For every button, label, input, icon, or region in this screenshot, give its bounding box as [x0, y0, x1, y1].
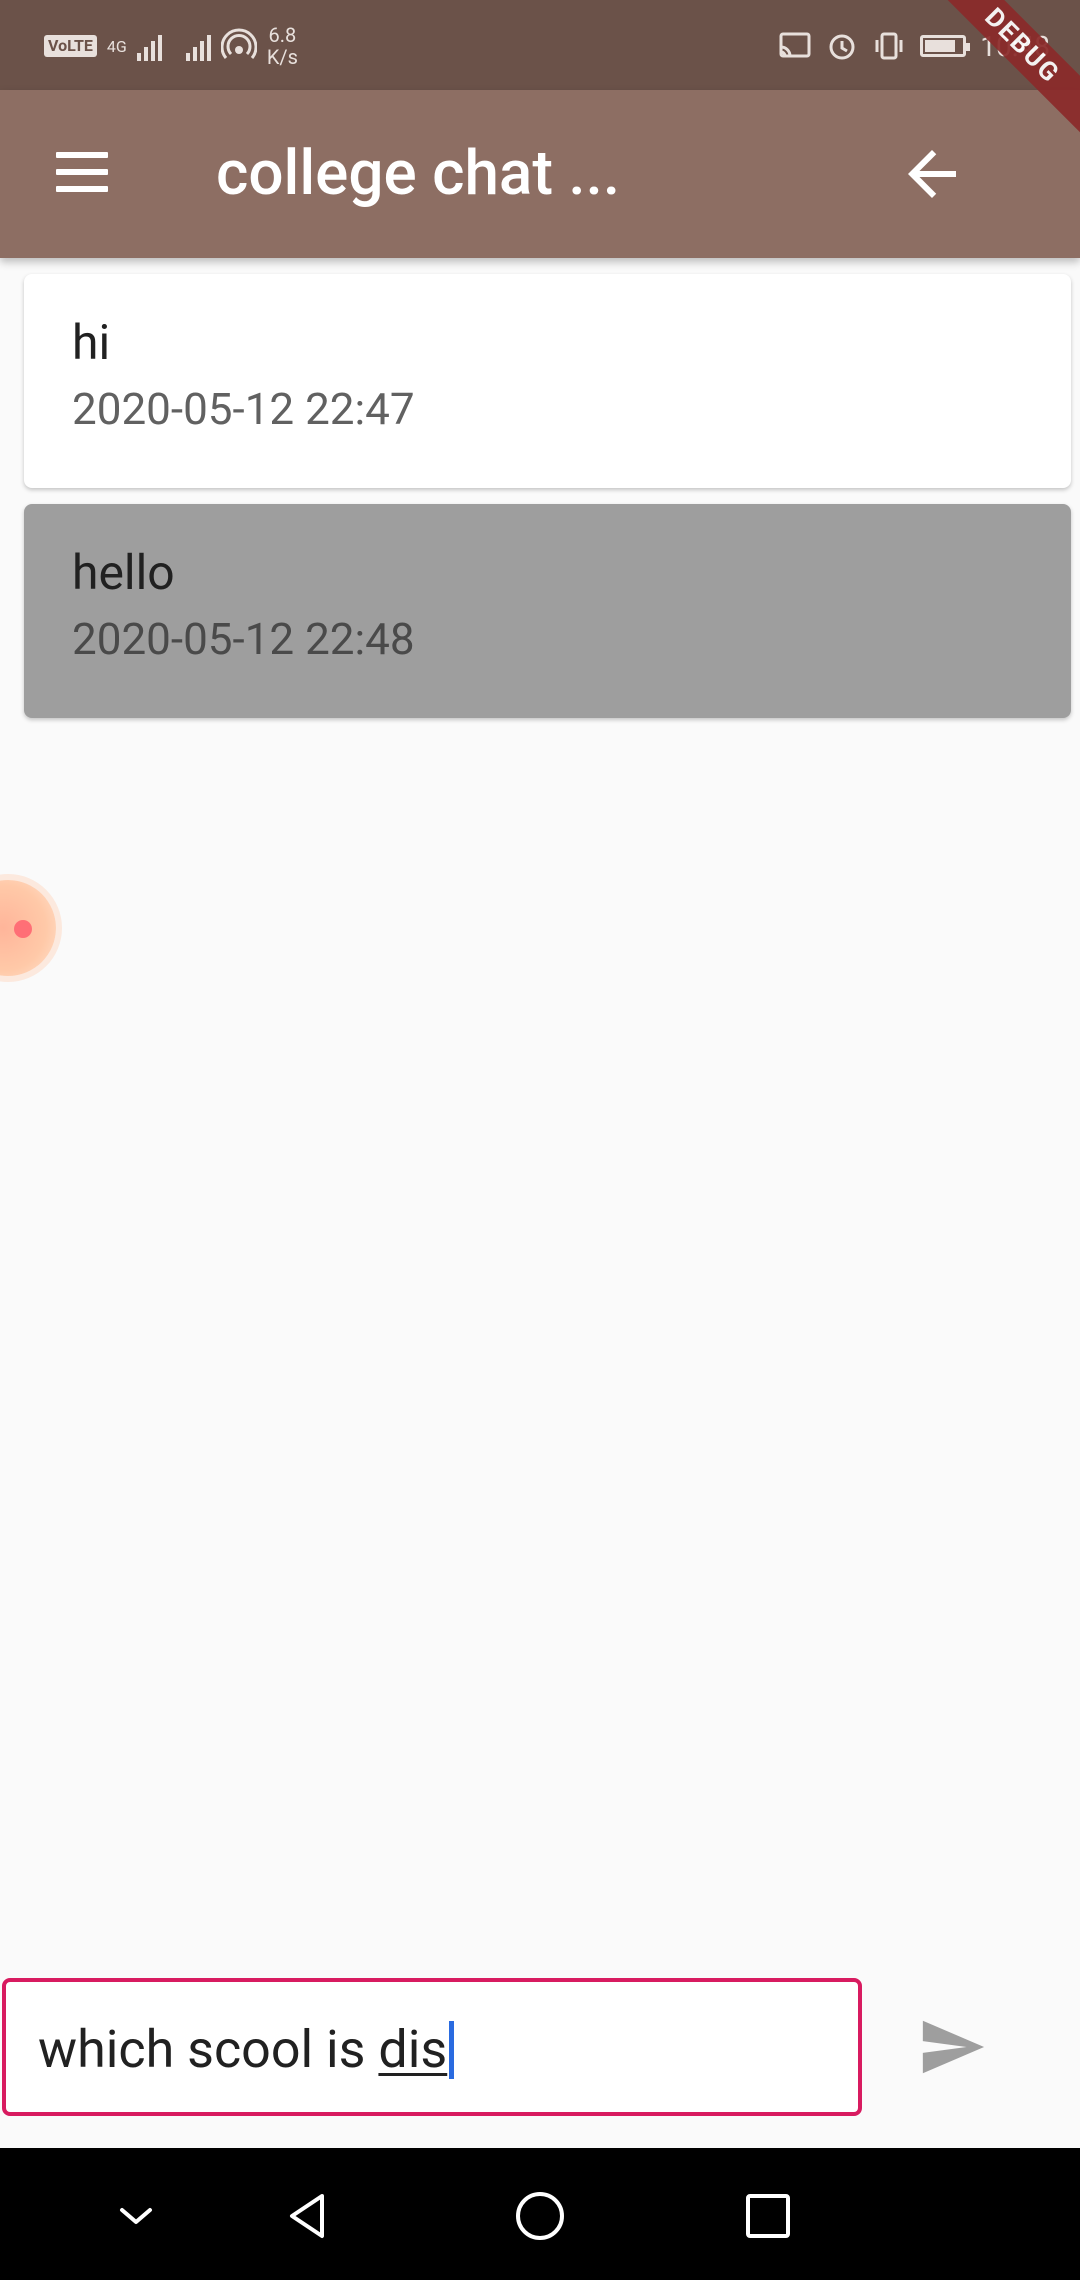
message-text: hello: [72, 544, 175, 601]
app-bar: college chat ...: [0, 90, 1080, 258]
message-card-selected[interactable]: hello 2020-05-12 22:48: [24, 504, 1071, 718]
battery-icon: [920, 35, 971, 57]
menu-icon[interactable]: [54, 144, 114, 204]
nav-home-icon[interactable]: [510, 2186, 570, 2246]
hotspot-icon: [220, 28, 257, 59]
vibrate-icon: [875, 32, 903, 60]
nav-back-icon[interactable]: [278, 2186, 338, 2246]
cast-icon: [779, 32, 811, 58]
message-timestamp: 2020-05-12 22:48: [72, 613, 415, 665]
message-input[interactable]: which scool is dis: [2, 1978, 862, 2116]
nav-hide-icon[interactable]: [106, 2186, 166, 2246]
volte-badge: VoLTE: [44, 35, 97, 57]
network-type: 4G: [106, 36, 127, 56]
message-input-text[interactable]: which scool is dis: [38, 2020, 455, 2080]
send-icon[interactable]: [912, 2012, 992, 2082]
signal-icon: [136, 31, 162, 61]
system-nav-bar: [0, 2148, 1080, 2280]
alarm-icon: [829, 34, 855, 60]
status-left: VoLTE 4G 6.8 K/s: [44, 18, 298, 74]
signal-icon-2: [185, 31, 211, 61]
nav-recents-icon[interactable]: [738, 2186, 798, 2246]
text-cursor: [449, 2021, 455, 2079]
message-timestamp: 2020-05-12 22:47: [72, 383, 415, 435]
network-speed: 6.8 K/s: [266, 23, 298, 69]
status-bar: VoLTE 4G 6.8K/s 10:48: [0, 0, 1080, 90]
back-arrow-icon[interactable]: [896, 138, 968, 210]
message-card[interactable]: hi 2020-05-12 22:47: [24, 274, 1071, 488]
page-title: college chat ...: [216, 137, 621, 210]
message-text: hi: [72, 314, 111, 371]
floating-bubble-icon[interactable]: [0, 880, 56, 976]
